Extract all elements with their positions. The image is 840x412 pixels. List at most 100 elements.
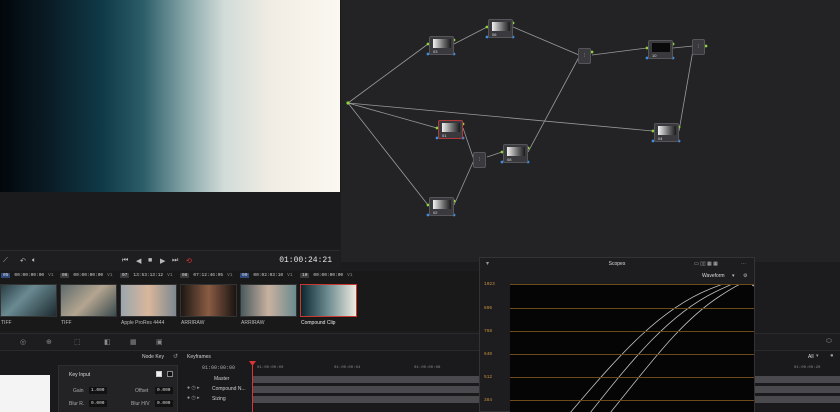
offset-field[interactable]: 0.000 (155, 387, 173, 394)
toggle-icon[interactable]: ⬭ (826, 338, 832, 346)
play-icon[interactable]: ▶ (160, 257, 165, 265)
clip-header: 07 13:53:13:12 V1 (120, 273, 173, 278)
clip-header: 06 00:00:00:00 V1 (60, 273, 113, 278)
rgb-mixer-icon[interactable]: ⊕ (46, 338, 52, 346)
viewer-background (0, 192, 340, 248)
scope-gridline (510, 377, 754, 378)
scope-scale-label: 896 (484, 306, 493, 311)
clips-strip: 05 00:00:00:00 V1 06 00:00:00:00 V1 07 13:53:… (0, 271, 480, 331)
output-mixer-node[interactable]: ⫶ (692, 39, 705, 55)
options-icon[interactable]: ● (830, 353, 834, 359)
sizing-icon[interactable]: ▦ (130, 338, 137, 346)
blur-hv-field[interactable]: 0.000 (155, 400, 173, 407)
go-to-start-icon[interactable]: ⏮︎ (122, 257, 128, 265)
node-key-title: Node Key (142, 354, 164, 360)
clip-name: Apple ProRes 4444 (121, 320, 165, 326)
scope-scale-label: 512 (484, 375, 493, 380)
motion-effects-icon[interactable]: ⬚ (74, 338, 81, 346)
scope-gridline (510, 308, 754, 309)
keyframe-row-controls[interactable]: ● ◷ ▸ (187, 395, 200, 401)
ruler-tick: 01:00:00:04 (334, 366, 361, 370)
playhead[interactable] (252, 362, 253, 412)
node-label: 10 (652, 53, 657, 58)
node-label: 01 (442, 133, 447, 138)
scope-scale-label: 384 (484, 398, 493, 403)
blur-r-field[interactable]: 0.000 (89, 400, 107, 407)
clip-name: ARRIRAW (241, 320, 265, 326)
key-black-swatch[interactable] (167, 371, 173, 377)
clip-name: Compound Clip (301, 320, 336, 326)
ruler-tick: 01:00:00:08 (414, 366, 441, 370)
clip-header: 09 00:02:03:10 V1 (240, 273, 293, 278)
node-01[interactable]: 01 (438, 120, 463, 139)
reset-icon[interactable]: ↺ (173, 353, 178, 360)
blur-icon[interactable]: ▣ (156, 338, 163, 346)
more-icon[interactable]: ⋯ (741, 261, 746, 267)
scope-gridline (510, 331, 754, 332)
stop-icon[interactable]: ■ (148, 257, 152, 264)
offset-label: Offset (135, 388, 149, 394)
clip-header: 08 07:12:46:05 V1 (180, 273, 233, 278)
scope-gridline (510, 284, 754, 285)
node-label: 06 (492, 32, 497, 37)
scope-scale-label: 1023 (484, 282, 495, 287)
key-white-swatch[interactable] (156, 371, 162, 377)
dropper-icon[interactable]: ⟋ (3, 257, 8, 265)
key-thumbnail (0, 375, 50, 412)
chevron-down-icon[interactable]: ▾ (816, 353, 819, 359)
scope-gridline (510, 354, 754, 355)
node-03[interactable]: 03 (429, 36, 454, 55)
gain-label: Gain (73, 388, 84, 394)
scope-scale-label: 640 (484, 352, 493, 357)
clip-header: 05 00:00:00:00 V1 (1, 273, 54, 278)
undo-icon[interactable]: ↶ (20, 257, 26, 265)
play-reverse-icon[interactable]: ◀ (136, 257, 141, 265)
scopes-window: ▾ Scopes ▭ ▯▯ ▦ ▦ ⋯ Waveform ▾ ⚙︎ 1023 8… (479, 257, 755, 412)
clip-name: TIFF (61, 320, 72, 326)
key-input-panel: Key Input Gain 1.000 Offset 0.000 Blur R… (58, 365, 178, 412)
waveform-trace (570, 277, 755, 412)
transport-bar: ⟋ ↶ 🔈︎ ⏮︎ ◀ ■ ▶ ⏭︎ ⟲ 01:00:24:21 (0, 250, 340, 270)
node-label: 03 (433, 49, 438, 54)
keyframe-row-controls[interactable]: ● ◷ ▸ (187, 385, 200, 391)
clip-thumbnail[interactable] (120, 284, 177, 317)
clip-name: TIFF (1, 320, 12, 326)
color-wheels-icon[interactable]: ◎ (20, 338, 26, 346)
keyframe-filter[interactable]: All (808, 354, 814, 360)
clip-header: 10 00:00:00:00 V1 (300, 273, 353, 278)
loop-icon[interactable]: ⟲ (186, 257, 192, 265)
blur-r-label: Blur R. (69, 401, 85, 407)
node-06[interactable]: 06 (488, 19, 513, 38)
chevron-down-icon[interactable]: ▾ (732, 273, 735, 279)
node-connections (346, 21, 708, 217)
key-palette-icon[interactable]: ◧ (104, 338, 111, 346)
node-label: 02 (433, 210, 438, 215)
clip-thumbnail[interactable] (240, 284, 297, 317)
node-label: 08 (507, 157, 512, 162)
audio-icon[interactable]: 🔈︎ (32, 257, 36, 265)
clip-thumbnail[interactable] (60, 284, 117, 317)
parallel-mixer-node[interactable]: ⫶ (473, 152, 486, 168)
clip-thumbnail[interactable] (0, 284, 57, 317)
waveform-plot (510, 277, 755, 412)
node-04[interactable]: 04 (654, 123, 679, 142)
keyframe-current-timecode: 01:00:00:00 (202, 365, 236, 371)
clip-thumbnail[interactable] (180, 284, 237, 317)
viewer-timecode: 01:00:24:21 (279, 256, 332, 265)
layer-mixer-node[interactable]: ⫶ (578, 48, 591, 64)
ruler-tick: 01:00:00:20 (794, 366, 821, 370)
compound-clip-thumbnail[interactable] (300, 284, 357, 317)
scope-mode-select[interactable]: Waveform (702, 273, 725, 279)
node-10[interactable]: 10 (648, 40, 673, 59)
key-input-title: Key Input (69, 372, 91, 378)
node-editor[interactable]: 03 06 10 01 08 04 02 ⫶ ⫶ ⫶ (341, 0, 840, 262)
blur-hv-label: Blur H/V (131, 401, 150, 407)
node-08[interactable]: 08 (503, 144, 528, 163)
clip-name: ARRIRAW (181, 320, 205, 326)
settings-icon[interactable]: ⚙︎ (743, 273, 747, 279)
node-02[interactable]: 02 (429, 197, 454, 216)
gain-field[interactable]: 1.000 (89, 387, 107, 394)
go-to-end-icon[interactable]: ⏭︎ (172, 257, 178, 265)
layout-icons[interactable]: ▭ ▯▯ ▦ ▦ (694, 261, 718, 267)
node-label: 04 (658, 136, 663, 141)
